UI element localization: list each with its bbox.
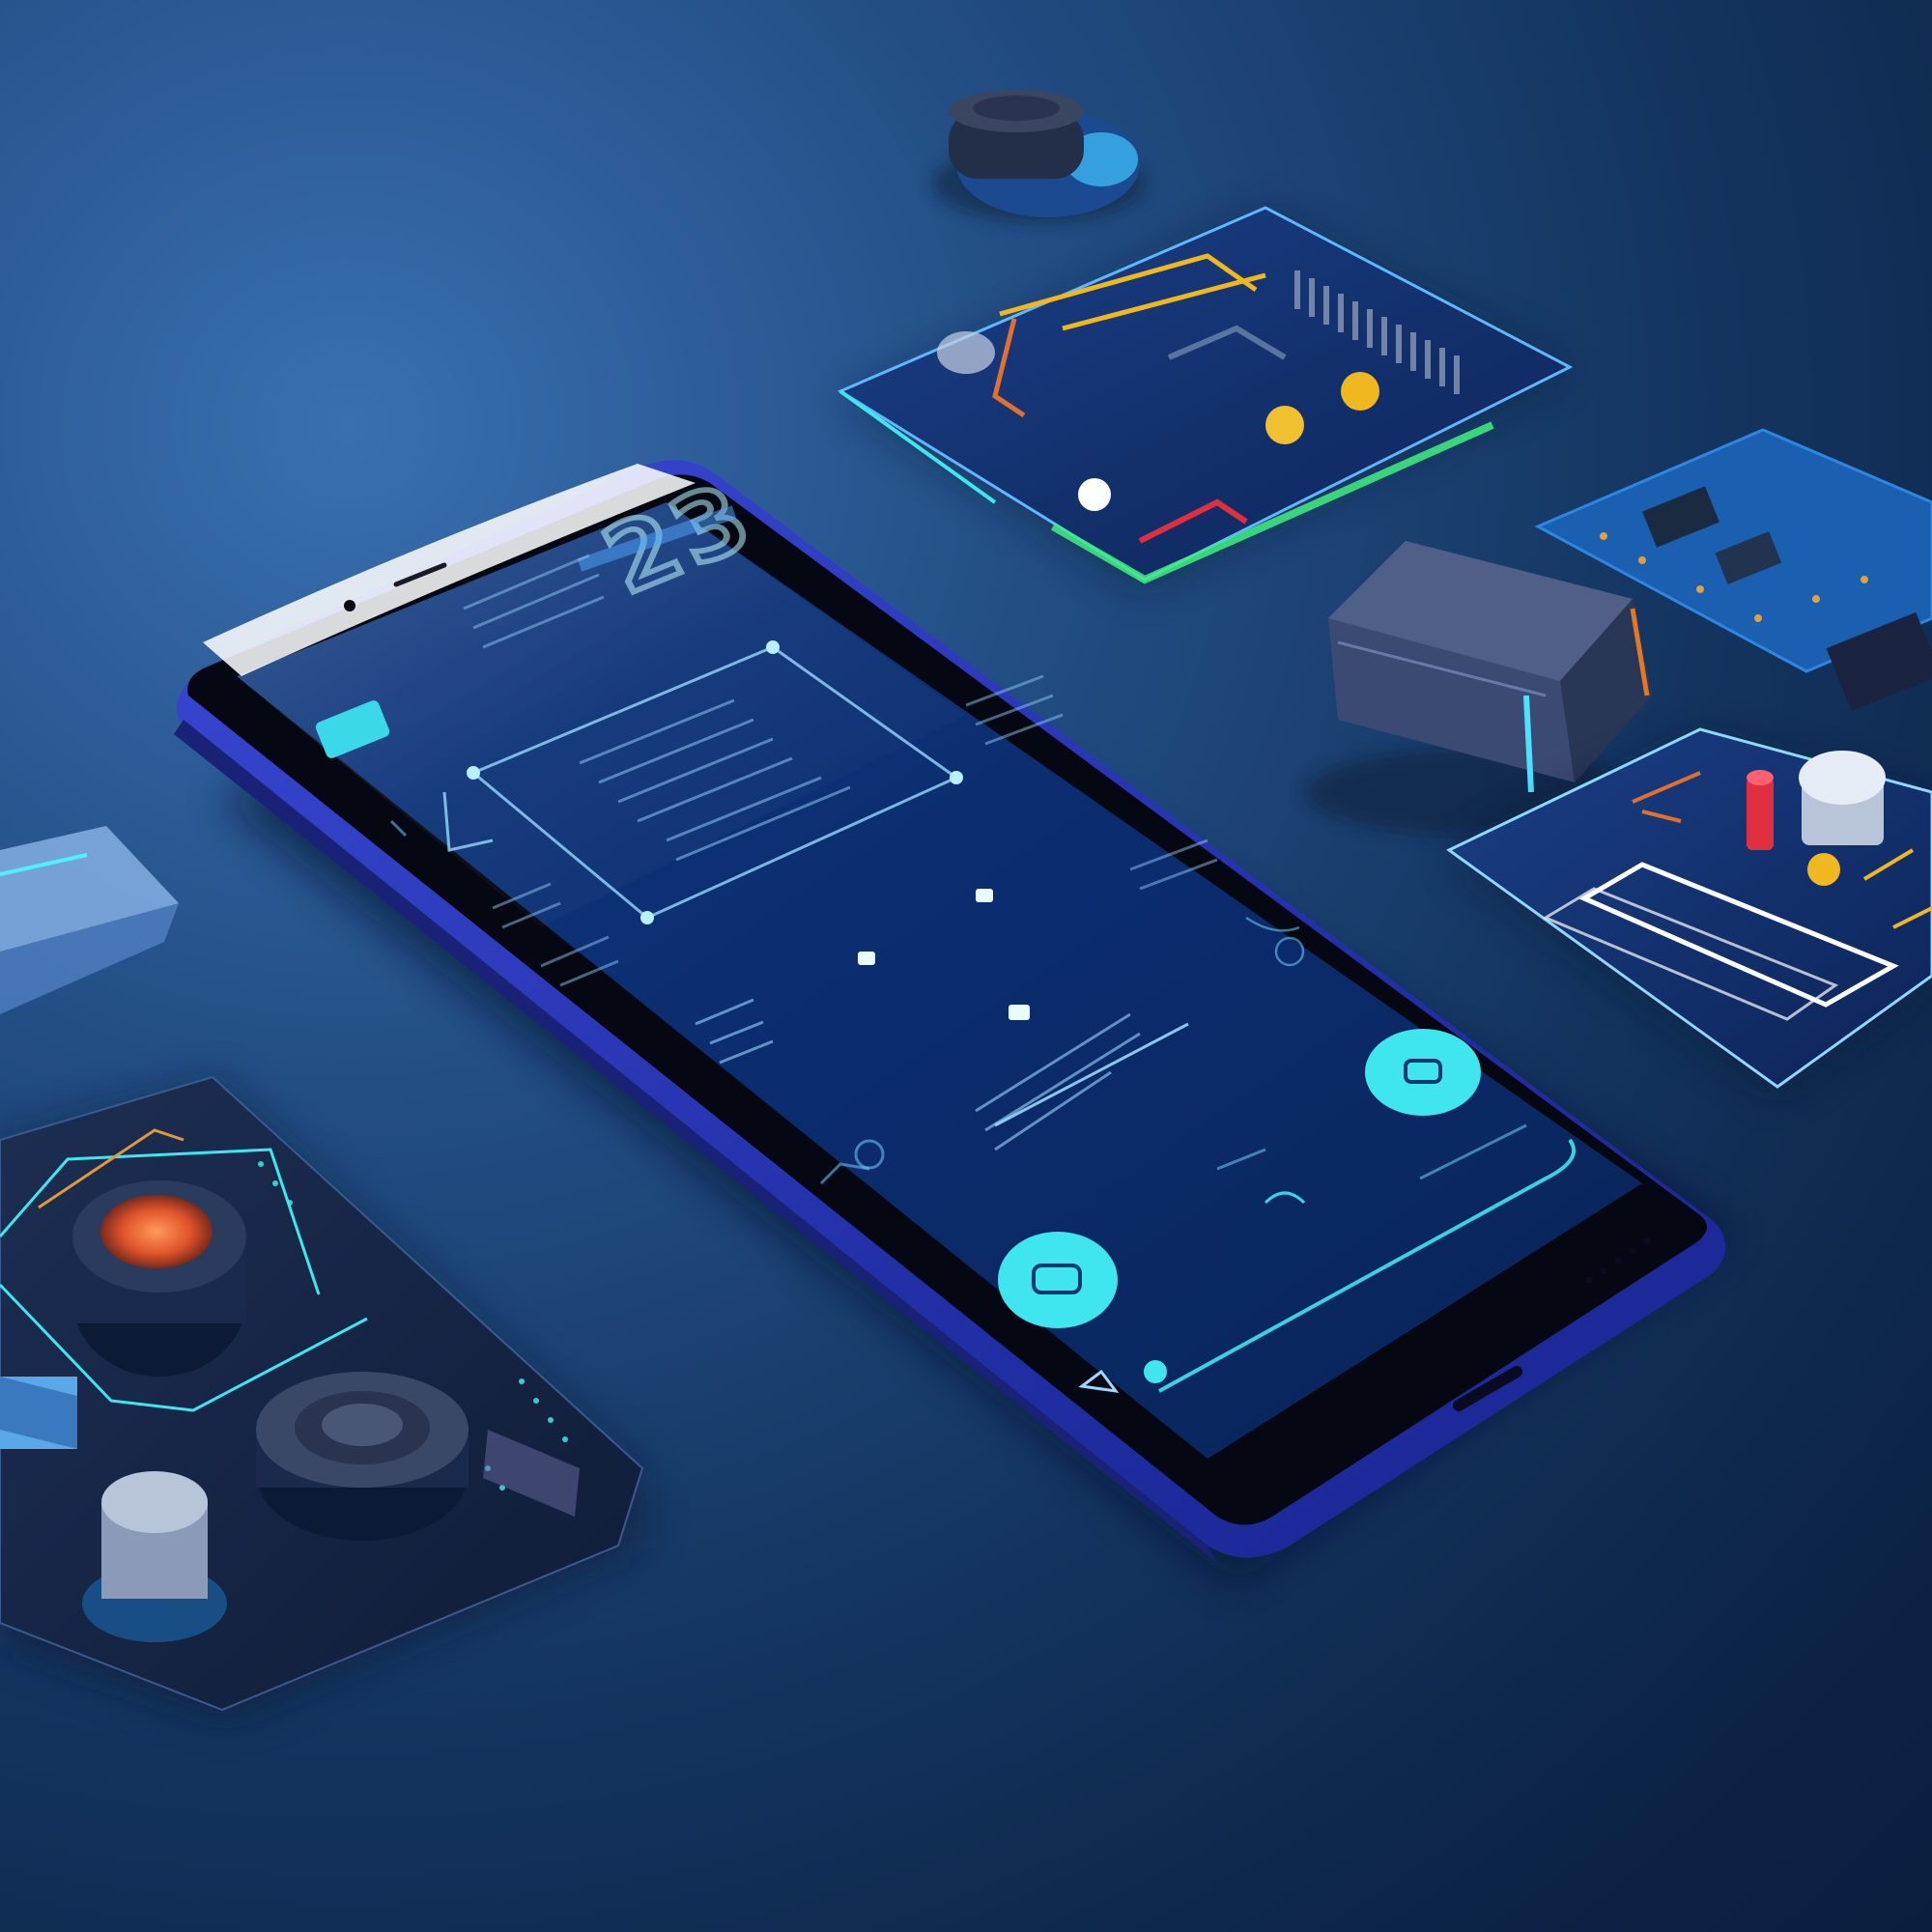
game-card xyxy=(837,206,1574,589)
puck-device xyxy=(932,90,1145,222)
control-panel xyxy=(0,1075,644,1719)
home-button[interactable] xyxy=(998,1232,1118,1328)
chat-button[interactable] xyxy=(1365,1029,1481,1116)
indicator-dot-icon xyxy=(1144,1360,1167,1383)
scene-canvas: 23 xyxy=(0,90,1932,1719)
glass-slab xyxy=(0,826,179,1014)
scene: 23 xyxy=(0,0,1932,1932)
